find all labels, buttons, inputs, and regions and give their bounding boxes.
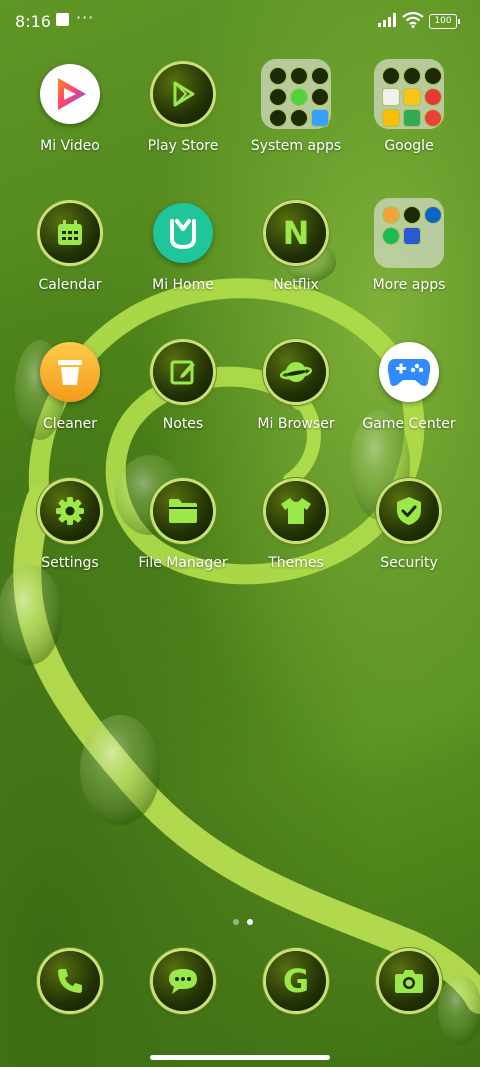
dock-camera[interactable] (353, 951, 465, 1061)
home-gesture-bar[interactable] (150, 1055, 330, 1060)
camera-icon (379, 951, 439, 1011)
google-letter: G (282, 962, 310, 1000)
dock-messages[interactable] (127, 951, 239, 1061)
google-icon: G (266, 951, 326, 1011)
phone-icon (40, 951, 100, 1011)
message-icon (153, 951, 213, 1011)
dock-phone[interactable] (14, 951, 126, 1061)
dock-google[interactable]: G (240, 951, 352, 1061)
dock: G (0, 0, 480, 1067)
